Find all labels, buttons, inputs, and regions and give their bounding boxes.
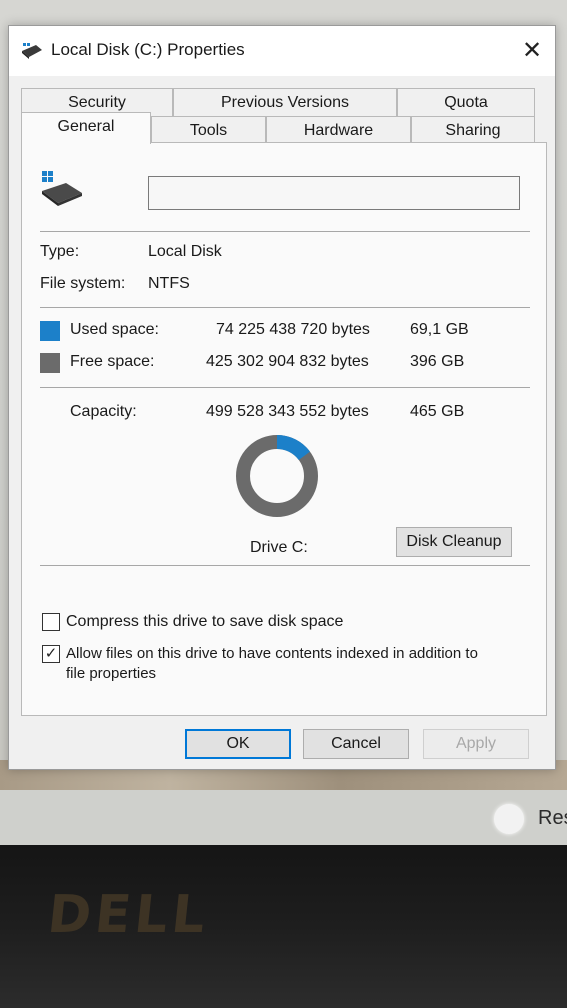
properties-dialog: Local Disk (C:) Properties ✕ Security Pr… [8, 25, 556, 770]
index-checkbox[interactable]: ✓ [42, 645, 60, 663]
used-space-bytes: 74 225 438 720 bytes [216, 321, 370, 338]
used-space-gb: 69,1 GB [410, 321, 469, 338]
capacity-gb: 465 GB [410, 403, 465, 420]
index-label-line2[interactable]: file properties [66, 665, 156, 682]
free-space-label: Free space: [70, 353, 155, 370]
drive-label: Drive C: [250, 539, 308, 556]
used-space-label: Used space: [70, 321, 159, 338]
title-bar[interactable]: Local Disk (C:) Properties ✕ [9, 26, 555, 76]
divider [40, 565, 530, 566]
hard-drive-icon [42, 171, 82, 206]
tab-previous-versions[interactable]: Previous Versions [173, 88, 397, 116]
tab-hardware[interactable]: Hardware [266, 116, 411, 144]
capacity-label: Capacity: [70, 403, 137, 420]
cancel-button[interactable]: Cancel [303, 729, 409, 759]
compress-checkbox[interactable] [42, 613, 60, 631]
tab-tools[interactable]: Tools [151, 116, 266, 144]
free-space-bytes: 425 302 904 832 bytes [206, 353, 369, 370]
index-label-line1[interactable]: Allow files on this drive to have conten… [66, 645, 478, 662]
disk-cleanup-button[interactable]: Disk Cleanup [396, 527, 512, 557]
capacity-bytes: 499 528 343 552 bytes [206, 403, 369, 420]
file-system-value: NTFS [148, 275, 190, 292]
tab-general[interactable]: General [21, 112, 151, 144]
drive-icon [22, 43, 42, 59]
disk-usage-donut [236, 435, 318, 517]
divider [40, 387, 530, 388]
close-button[interactable]: ✕ [515, 34, 549, 68]
apply-button[interactable]: Apply [423, 729, 529, 759]
taskbar [0, 790, 567, 845]
tab-quota[interactable]: Quota [397, 88, 535, 116]
type-label: Type: [40, 243, 80, 260]
window-title: Local Disk (C:) Properties [51, 40, 245, 59]
ok-button[interactable]: OK [185, 729, 291, 759]
compress-label[interactable]: Compress this drive to save disk space [66, 613, 343, 631]
drive-name-input[interactable] [148, 176, 520, 210]
brand-logo: DELL [44, 885, 213, 945]
general-tab-panel: Type: Local Disk File system: NTFS Used … [21, 142, 547, 716]
free-space-swatch [40, 353, 60, 373]
free-space-gb: 396 GB [410, 353, 465, 370]
tray-icon[interactable] [494, 804, 524, 834]
divider [40, 307, 530, 308]
type-value: Local Disk [148, 243, 222, 260]
used-space-swatch [40, 321, 60, 341]
file-system-label: File system: [40, 275, 126, 292]
tab-sharing[interactable]: Sharing [411, 116, 535, 144]
tray-text[interactable]: Res [538, 807, 567, 830]
divider [40, 231, 530, 232]
